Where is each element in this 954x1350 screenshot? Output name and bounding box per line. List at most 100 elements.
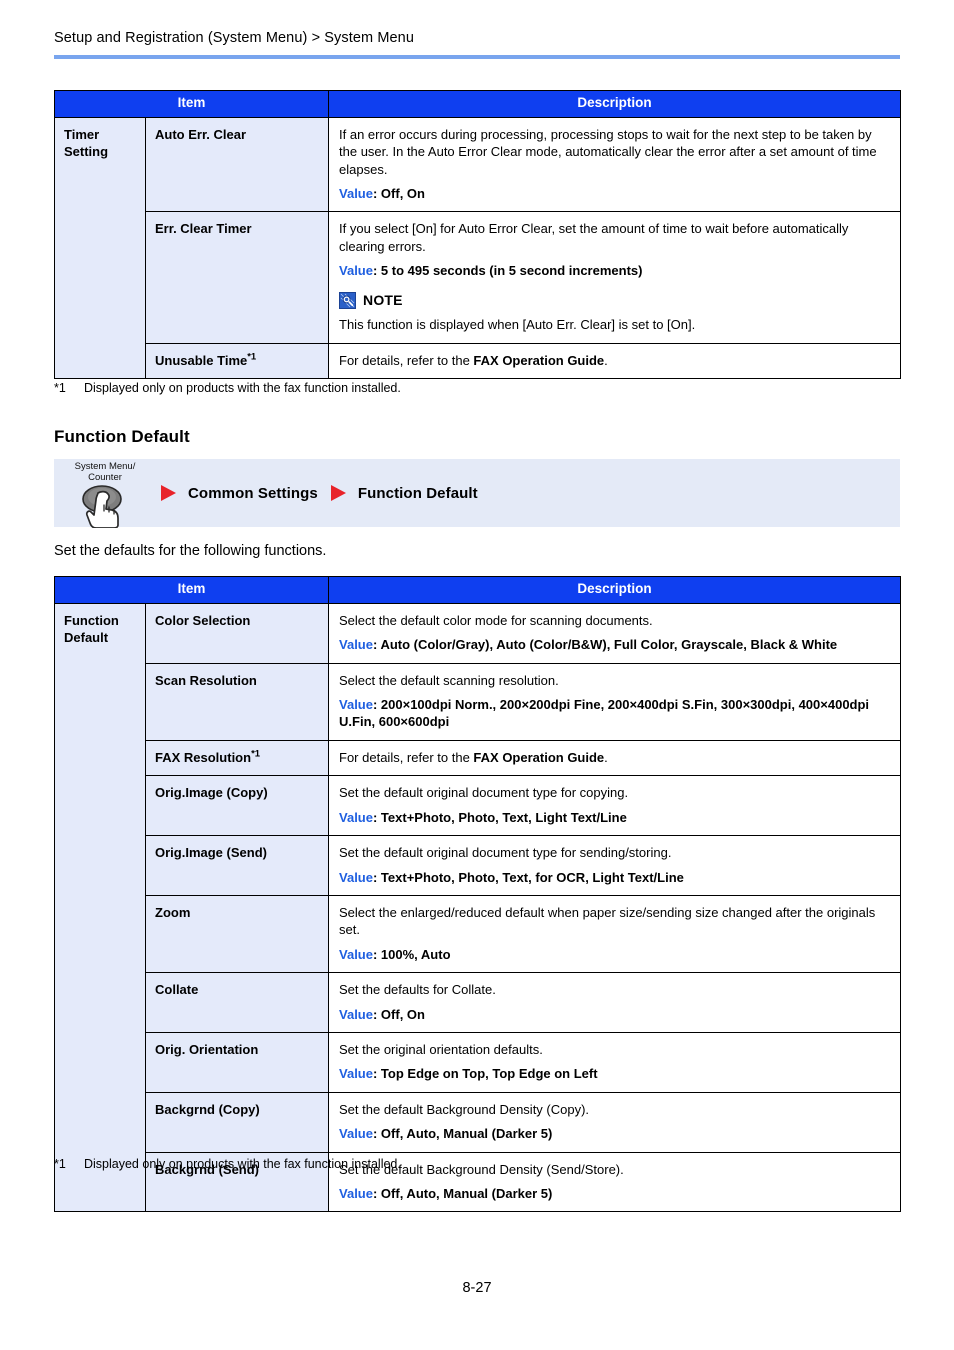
description-text: Set the default Background Density (Copy… <box>339 1101 590 1117</box>
table2-desc-orig-orientation: Set the original orientation defaults. V… <box>328 1031 902 1093</box>
footnote-marker: *1 <box>247 351 257 363</box>
system-menu-counter-key-icon[interactable]: System Menu/ Counter <box>62 460 148 529</box>
table2-item-scan-resolution: Scan Resolution <box>144 662 330 741</box>
table2-footnote: *1 Displayed only on products with the fa… <box>54 1157 401 1171</box>
table-row: Timer Setting Auto Err. Clear If an erro… <box>54 116 902 380</box>
menu-path-box: System Menu/ Counter Common Settings Fun… <box>54 459 900 529</box>
table2-item-orig-image-send: Orig.Image (Send) <box>144 835 330 896</box>
value-line: Value: Off, Auto, Manual (Darker 5) <box>339 1185 892 1202</box>
table1-desc-unusable-time: For details, refer to the FAX Operation … <box>328 342 902 380</box>
page-title: Function Default <box>54 427 190 446</box>
table1-col-description: Description <box>328 90 902 118</box>
table2-item-collate: Collate <box>144 972 330 1033</box>
description-suffix: . <box>604 749 608 765</box>
description-text: Set the original orientation defaults. <box>339 1041 543 1057</box>
table-row: Err. Clear Timer If you select [On] for … <box>55 211 902 344</box>
description-text: Select the default scanning resolution. <box>339 672 559 688</box>
value-text: : 100%, Auto <box>372 946 451 962</box>
value-line: Value: Text+Photo, Photo, Text, Light Te… <box>339 809 892 826</box>
description-text: For details, refer to the FAX Operation … <box>339 749 892 766</box>
table-row: Function Default Color Selection Select … <box>54 602 902 1213</box>
description-prefix: For details, refer to the <box>339 749 474 765</box>
table1-group-label: Timer Setting <box>54 116 146 380</box>
note-block: NOTE This function is displayed when [Au… <box>339 291 892 334</box>
item-label: Unusable Time <box>155 352 248 368</box>
table-row: Collate Set the defaults for Collate. Va… <box>55 972 902 1033</box>
table2-desc-orig-image-send: Set the default original document type f… <box>328 835 902 896</box>
footnote-text: Displayed only on products with the fax … <box>84 381 401 395</box>
item-label: Scan Resolution <box>155 672 257 688</box>
table2-group-label: Function Default <box>54 602 146 1213</box>
value-text: : Text+Photo, Photo, Text, Light Text/Li… <box>372 809 627 825</box>
value-text: : Text+Photo, Photo, Text, for OCR, Ligh… <box>372 869 684 885</box>
function-default-table: Item Description Function Default Color … <box>53 576 902 1213</box>
group-label-line-2: Default <box>64 630 109 645</box>
value-line: Value: 200×100dpi Norm., 200×200dpi Fine… <box>339 696 892 731</box>
value-label: Value <box>339 1185 373 1201</box>
table2-desc-backgrnd-copy: Set the default Background Density (Copy… <box>328 1091 902 1153</box>
table1-item-auto-err-clear: Auto Err. Clear <box>144 116 330 213</box>
footnote-mark: *1 <box>54 381 66 395</box>
section-intro-text: Set the defaults for the following funct… <box>54 543 327 559</box>
fax-operation-guide-reference: FAX Operation Guide <box>473 749 605 765</box>
table2-item-backgrnd-copy: Backgrnd (Copy) <box>144 1091 330 1153</box>
value-label: Value <box>339 186 373 202</box>
header-rule <box>54 55 900 59</box>
table2-desc-scan-resolution: Select the default scanning resolution. … <box>328 662 902 741</box>
item-label: Orig.Image (Copy) <box>155 785 268 801</box>
description-text: Set the default original document type f… <box>339 845 672 861</box>
table1-footnote: *1 Displayed only on products with the fa… <box>54 381 401 395</box>
value-label: Value <box>339 263 373 279</box>
hand-press-button-icon <box>74 484 136 533</box>
value-line: Value: Top Edge on Top, Top Edge on Left <box>339 1065 892 1082</box>
system-menu-key-label-line-2: Counter <box>88 471 122 483</box>
note-title: NOTE <box>363 291 403 308</box>
table1-item-unusable-time: Unusable Time*1 <box>144 342 330 380</box>
value-text: : Auto (Color/Gray), Auto (Color/B&W), F… <box>372 637 838 653</box>
value-line: Value: 100%, Auto <box>339 946 892 963</box>
system-menu-key-label: System Menu/ Counter <box>62 461 148 483</box>
item-label: Auto Err. Clear <box>155 126 247 142</box>
description-text: If you select [On] for Auto Error Clear,… <box>339 221 849 254</box>
table-row: Unusable Time*1 For details, refer to th… <box>55 342 902 380</box>
timer-setting-table: Item Description Timer Setting Auto Err.… <box>53 90 902 380</box>
value-line: Value: Off, Auto, Manual (Darker 5) <box>339 1125 892 1142</box>
group-label-line-1: Timer <box>64 126 100 142</box>
item-label: FAX Resolution <box>155 749 252 765</box>
table-row: Scan Resolution Select the default scann… <box>55 662 902 741</box>
table-row: FAX Resolution*1 For details, refer to t… <box>55 739 902 777</box>
item-label: Orig.Image (Send) <box>155 845 267 861</box>
table2-item-orig-image-copy: Orig.Image (Copy) <box>144 775 330 837</box>
table2-item-color-selection: Color Selection <box>144 602 330 664</box>
description-text: Select the default color mode for scanni… <box>339 612 653 628</box>
item-label: Color Selection <box>155 612 251 628</box>
value-label: Value <box>339 869 373 885</box>
table-header-row: Item Description <box>53 576 902 604</box>
menu-step-common-settings[interactable]: Common Settings <box>188 485 318 502</box>
menu-step-function-default[interactable]: Function Default <box>358 485 478 502</box>
table-row: Orig. Orientation Set the original orien… <box>55 1031 902 1093</box>
description-prefix: For details, refer to the <box>339 352 474 368</box>
table1-item-err-clear-timer: Err. Clear Timer <box>144 211 330 344</box>
table-header-row: Item Description <box>53 90 902 118</box>
value-label: Value <box>339 1066 373 1082</box>
table2-item-zoom: Zoom <box>144 894 330 974</box>
value-label: Value <box>339 1126 373 1142</box>
value-text: : Off, On <box>372 186 425 202</box>
value-text: : Off, On <box>372 1006 425 1022</box>
value-line: Value: Off, On <box>339 185 892 202</box>
arrow-right-icon <box>327 482 349 504</box>
table1-desc-auto-err-clear: If an error occurs during processing, pr… <box>328 116 902 213</box>
item-label: Err. Clear Timer <box>155 221 252 237</box>
value-label: Value <box>339 946 373 962</box>
table2-desc-fax-resolution: For details, refer to the FAX Operation … <box>328 739 902 777</box>
value-text: : 5 to 495 seconds (in 5 second incremen… <box>372 263 643 279</box>
description-text: Set the defaults for Collate. <box>339 982 496 998</box>
value-text: : Off, Auto, Manual (Darker 5) <box>372 1185 553 1201</box>
value-label: Value <box>339 697 373 713</box>
group-label-line-1: Function <box>64 612 119 628</box>
value-label: Value <box>339 809 373 825</box>
footnote-mark: *1 <box>54 1157 66 1171</box>
note-body: This function is displayed when [Auto Er… <box>339 317 696 333</box>
table2-desc-backgrnd-send: Set the default Background Density (Send… <box>328 1151 902 1213</box>
